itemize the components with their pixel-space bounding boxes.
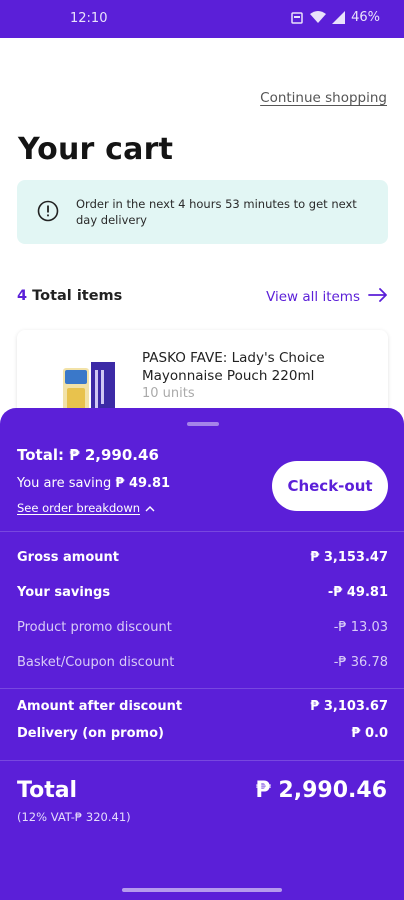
delivery-row: Delivery (on promo) ₱ 0.0 [17,726,388,741]
after-discount-row: Amount after discount ₱ 3,103.67 [17,699,388,714]
saving-value: ₱ 49.81 [115,476,171,491]
breakdown-row-value: -₱ 36.78 [333,655,388,670]
saving-label: You are saving [17,476,112,491]
info-icon [37,200,59,222]
divider [0,531,404,532]
battery-level: 46% [351,10,380,25]
gesture-nav-bar[interactable] [122,888,282,892]
breakdown-row: Your savings -₱ 49.81 [17,585,388,600]
chevron-up-icon [145,501,155,515]
after-row-label: Delivery (on promo) [17,726,164,741]
breakdown-row-value: ₱ 3,153.47 [310,550,388,565]
items-count-number: 4 [17,288,28,304]
breakdown-row-label: Gross amount [17,550,119,565]
divider [0,760,404,761]
items-header: 4 Total items View all items [17,286,388,310]
delivery-message: Order in the next 4 hours 53 minutes to … [76,197,357,227]
divider [0,688,404,689]
arrow-right-icon [368,288,388,306]
continue-shopping-link[interactable]: Continue shopping [260,90,387,106]
view-all-items-link[interactable]: View all items [266,288,388,306]
signal-icon [332,11,346,24]
items-count: 4 Total items [17,288,122,304]
breakdown-row-label: Product promo discount [17,620,172,635]
order-summary-sheet: Total: ₱ 2,990.46 You are saving ₱ 49.81… [0,408,404,900]
vat-note: (12% VAT-₱ 320.41) [17,810,131,824]
checkout-button[interactable]: Check-out [272,461,388,511]
status-time: 12:10 [70,11,108,26]
breakdown-row-value: -₱ 13.03 [333,620,388,635]
order-breakdown-toggle[interactable]: See order breakdown [17,501,155,515]
wifi-icon [310,11,327,24]
breakdown-row: Gross amount ₱ 3,153.47 [17,550,388,565]
breakdown-row-label: Your savings [17,585,111,600]
breakdown-row: Basket/Coupon discount -₱ 36.78 [17,655,388,670]
delivery-banner: Order in the next 4 hours 53 minutes to … [17,180,388,244]
product-name: PASKO FAVE: Lady's Choice Mayonnaise Pou… [142,350,325,384]
items-count-label: Total items [32,288,123,304]
view-all-label: View all items [266,289,360,305]
grand-total-value: ₱ 2,990.46 [255,778,387,803]
after-row-value: ₱ 3,103.67 [310,699,388,714]
grand-total-label: Total [17,778,78,803]
breakdown-label: See order breakdown [17,501,141,515]
after-row-label: Amount after discount [17,699,183,714]
breakdown-row-label: Basket/Coupon discount [17,655,175,670]
status-bar: 12:10 46% [0,0,404,38]
breakdown-row: Product promo discount -₱ 13.03 [17,620,388,635]
summary-total: Total: ₱ 2,990.46 [17,446,159,464]
breakdown-row-value: -₱ 49.81 [327,585,388,600]
notification-icon [290,11,304,25]
page-title: Your cart [18,132,174,167]
product-quantity: 10 units [142,386,195,401]
sheet-drag-handle[interactable] [187,422,219,426]
summary-saving: You are saving ₱ 49.81 [17,476,170,491]
after-row-value: ₱ 0.0 [351,726,388,741]
status-icons: 46% [290,10,380,25]
